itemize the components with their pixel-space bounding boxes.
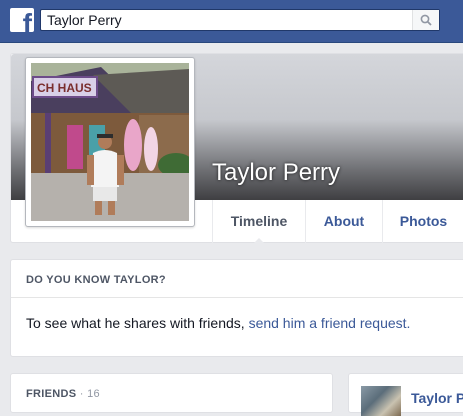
friends-separator: · xyxy=(76,388,88,400)
divider xyxy=(11,297,463,298)
tab-photos-label: Photos xyxy=(399,213,448,229)
friends-card: FRIENDS · 16 xyxy=(10,373,333,413)
profile-photo-image: CH HAUS xyxy=(31,63,189,221)
send-friend-request-link[interactable]: send him a friend request. xyxy=(249,315,411,331)
picture-sign-text: CH HAUS xyxy=(37,81,92,95)
tab-about[interactable]: About xyxy=(305,200,382,243)
search-input[interactable] xyxy=(47,11,407,29)
tab-timeline-label: Timeline xyxy=(230,213,288,229)
do-you-know-title: DO YOU KNOW TAYLOR? xyxy=(26,274,166,286)
tab-timeline[interactable]: Timeline xyxy=(212,200,305,244)
friends-title: FRIENDS xyxy=(26,388,77,400)
top-bar: f xyxy=(0,0,463,43)
tab-about-label: About xyxy=(323,213,365,229)
active-tab-caret xyxy=(253,238,265,244)
search-box[interactable] xyxy=(40,9,440,31)
search-icon xyxy=(420,14,432,26)
profile-name[interactable]: Taylor Perry xyxy=(212,159,340,187)
avatar[interactable] xyxy=(361,386,401,416)
profile-picture[interactable]: CH HAUS xyxy=(25,57,195,227)
facebook-logo-icon[interactable]: f xyxy=(10,8,34,32)
facebook-logo-letter: f xyxy=(22,8,32,33)
do-you-know-text: To see what he shares with friends, send… xyxy=(26,315,410,331)
know-text-static: To see what he shares with friends, xyxy=(26,315,249,331)
suggested-profile-card: Taylor P xyxy=(348,373,463,416)
search-button[interactable] xyxy=(412,10,439,30)
friends-count: 16 xyxy=(87,388,100,400)
do-you-know-card: DO YOU KNOW TAYLOR? To see what he share… xyxy=(10,259,463,357)
tab-photos[interactable]: Photos xyxy=(382,200,463,243)
friends-heading[interactable]: FRIENDS · 16 xyxy=(26,388,100,400)
